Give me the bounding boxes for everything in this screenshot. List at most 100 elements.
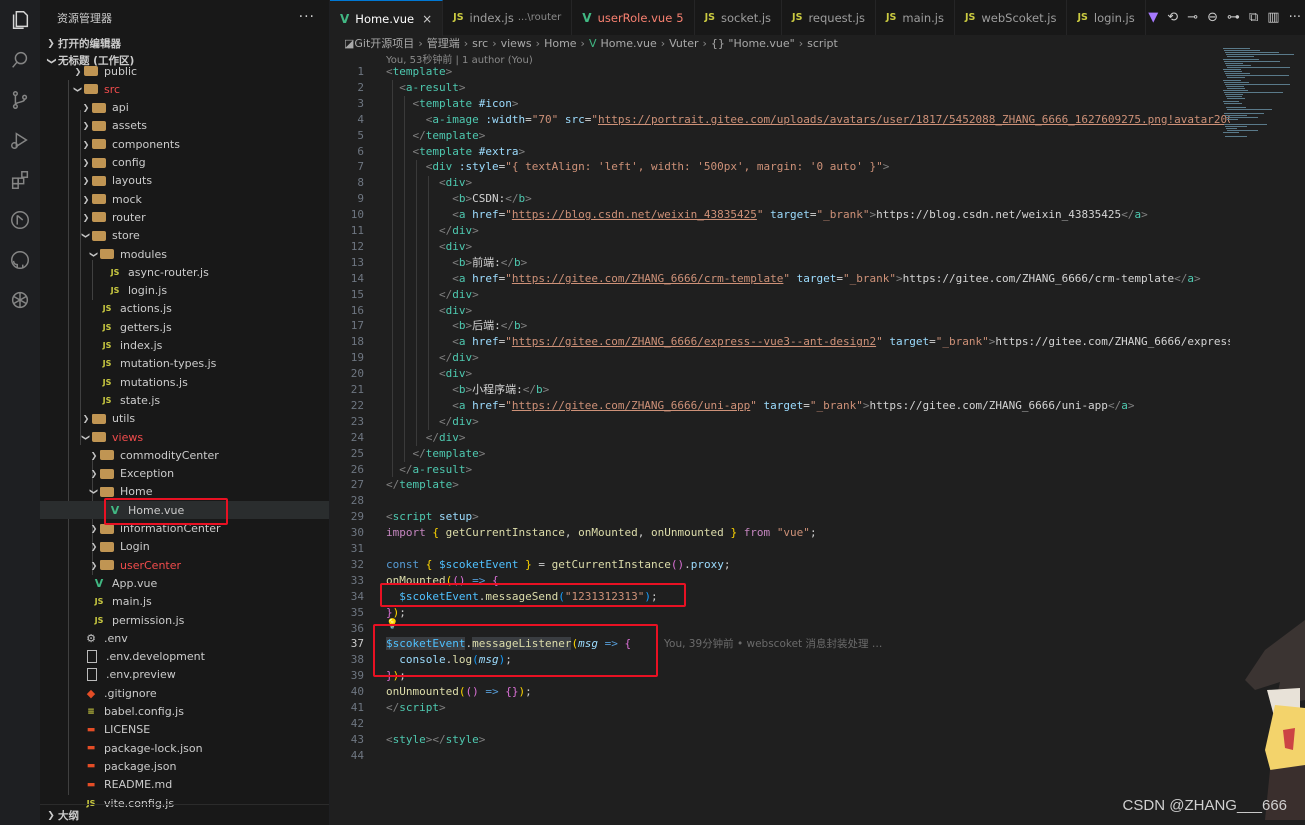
tree-item-mock[interactable]: ❯ mock — [40, 190, 329, 208]
tree-item-readme-md[interactable]: ▬ README.md — [40, 776, 329, 794]
minimap-line — [1225, 62, 1243, 64]
tree-item-label: mutation-types.js — [120, 357, 217, 371]
compare-icon[interactable]: ⧉ — [1249, 10, 1258, 25]
tree-item-src[interactable]: ❯ src — [40, 80, 329, 98]
breadcrumb-item[interactable]: views — [501, 37, 532, 50]
code-text: <div> — [438, 367, 473, 381]
tree-item--env[interactable]: ⚙ .env — [40, 629, 329, 647]
tree-item-state-js[interactable]: JS state.js — [40, 391, 329, 409]
github-icon[interactable] — [0, 240, 40, 280]
tree-item-usercenter[interactable]: ❯ userCenter — [40, 556, 329, 574]
breadcrumb-item[interactable]: Home.vue — [600, 37, 656, 50]
tab-index-js[interactable]: JS index.js ...\router — [443, 0, 573, 35]
go-back-icon[interactable]: ⊸ — [1187, 10, 1198, 25]
tree-item-public[interactable]: ❯ public — [40, 62, 329, 80]
breadcrumb-item[interactable]: 管理端 — [427, 35, 460, 51]
tab-home-vue[interactable]: V Home.vue × — [330, 0, 444, 36]
tree-item-exception[interactable]: ❯ Exception — [40, 465, 329, 483]
tree-item-mutation-types-js[interactable]: JS mutation-types.js — [40, 355, 329, 373]
chevron-down-icon: ❯ — [89, 488, 99, 496]
minimap-line — [1223, 100, 1240, 102]
tree-item-commoditycenter[interactable]: ❯ commodityCenter — [40, 446, 329, 464]
minimap[interactable] — [1223, 48, 1303, 148]
minimap-line — [1224, 50, 1260, 52]
tab-main-js[interactable]: JS main.js — [876, 0, 955, 35]
code-view[interactable]: 1 <template> 2 <a-result> 3 <template #icon… — [330, 64, 1230, 764]
tree-item--env-preview[interactable]: .env.preview — [40, 666, 329, 684]
breadcrumb-item[interactable]: src — [472, 37, 488, 50]
tree-item-label: LICENSE — [104, 723, 151, 737]
line-number: 34 — [350, 589, 364, 603]
line-number: 30 — [350, 526, 364, 540]
tree-item-router[interactable]: ❯ router — [40, 208, 329, 226]
extensions-icon[interactable] — [0, 160, 40, 200]
tab-error-count: 5 — [676, 10, 684, 25]
breadcrumb-item[interactable]: script — [807, 37, 838, 50]
tree-item-package-json[interactable]: ▬ package.json — [40, 757, 329, 775]
breadcrumb-item[interactable]: Home — [544, 37, 576, 50]
line-number: 29 — [350, 510, 364, 524]
tree-item--gitignore[interactable]: ◆ .gitignore — [40, 684, 329, 702]
openai-icon[interactable] — [0, 280, 40, 320]
search-icon[interactable] — [0, 40, 40, 80]
tree-item-components[interactable]: ❯ components — [40, 135, 329, 153]
tree-item-license[interactable]: ▬ LICENSE — [40, 721, 329, 739]
tab-socket-js[interactable]: JS socket.js — [695, 0, 783, 35]
tree-item-config[interactable]: ❯ config — [40, 154, 329, 172]
tree-item-login-js[interactable]: JS login.js — [40, 282, 329, 300]
tree-item-label: Login — [120, 540, 150, 554]
tree-item-async-router-js[interactable]: JS async-router.js — [40, 263, 329, 281]
tab-userrole-vue[interactable]: VuserRole.vue 5 — [572, 0, 695, 35]
tab-label: index.js — [469, 10, 514, 25]
close-icon[interactable]: × — [422, 12, 432, 26]
javascript-file-icon: JS — [102, 341, 112, 350]
tab-request-js[interactable]: JS request.js — [782, 0, 876, 35]
tree-item-login[interactable]: ❯ Login — [40, 538, 329, 556]
breadcrumb-item[interactable]: Vuter — [669, 37, 698, 50]
tree-item-actions-js[interactable]: JS actions.js — [40, 300, 329, 318]
line-number: 32 — [350, 557, 364, 571]
tree-item-mutations-js[interactable]: JS mutations.js — [40, 373, 329, 391]
files-icon[interactable] — [0, 0, 40, 40]
tree-item-api[interactable]: ❯ api — [40, 99, 329, 117]
tree-item-getters-js[interactable]: JS getters.js — [40, 318, 329, 336]
tab-login-js[interactable]: JS login.js — [1067, 0, 1146, 35]
chevron-right-icon: ❯ — [90, 469, 98, 479]
config-file-icon: ▬ — [86, 724, 96, 735]
tree-item-label: Home — [120, 485, 153, 499]
remote-icon[interactable] — [0, 200, 40, 240]
tree-item-layouts[interactable]: ❯ layouts — [40, 172, 329, 190]
code-line: 20 <div> — [330, 366, 1230, 382]
tree-item-views[interactable]: ❯ views — [40, 428, 329, 446]
outline-section[interactable]: ❯ 大纲 — [40, 804, 329, 825]
breadcrumb-item[interactable]: {} "Home.vue" — [711, 37, 795, 50]
tab-webscoket-js[interactable]: JS webScoket.js — [955, 0, 1068, 35]
tree-item-index-js[interactable]: JS index.js — [40, 337, 329, 355]
more-actions-icon[interactable]: ··· — [299, 9, 315, 25]
tree-item-app-vue[interactable]: V App.vue — [40, 574, 329, 592]
tree-item-label: views — [112, 430, 144, 444]
code-line: 17 <b>后端:</b> — [330, 318, 1230, 334]
code-text: </div> — [438, 414, 479, 428]
tree-item-assets[interactable]: ❯ assets — [40, 117, 329, 135]
tree-item--env-development[interactable]: .env.development — [40, 648, 329, 666]
more-icon[interactable]: ··· — [1289, 10, 1301, 25]
history-icon[interactable]: ⟲ — [1167, 10, 1178, 25]
open-editors-section[interactable]: ❯ 打开的编辑器 — [40, 35, 121, 52]
breadcrumb-item[interactable]: Git开源项目 — [354, 35, 414, 51]
go-forward-icon[interactable]: ⊶ — [1227, 10, 1240, 25]
tree-item-permission-js[interactable]: JS permission.js — [40, 611, 329, 629]
tree-item-modules[interactable]: ❯ modules — [40, 245, 329, 263]
split-editor-icon[interactable]: ▥ — [1267, 10, 1279, 25]
commit-icon[interactable]: ⊖ — [1207, 10, 1218, 25]
blame-header[interactable]: You, 53秒钟前 | 1 author (You) — [386, 51, 533, 66]
tree-item-package-lock-json[interactable]: ▬ package-lock.json — [40, 739, 329, 757]
run-debug-icon[interactable] — [0, 120, 40, 160]
tree-item-babel-config-js[interactable]: ≡ babel.config.js — [40, 703, 329, 721]
code-line: 8 <div> — [330, 175, 1230, 191]
tree-item-utils[interactable]: ❯ utils — [40, 410, 329, 428]
source-control-icon[interactable] — [0, 80, 40, 120]
tree-item-store[interactable]: ❯ store — [40, 227, 329, 245]
tree-item-main-js[interactable]: JS main.js — [40, 593, 329, 611]
vite-icon[interactable]: ▼ — [1148, 10, 1158, 25]
